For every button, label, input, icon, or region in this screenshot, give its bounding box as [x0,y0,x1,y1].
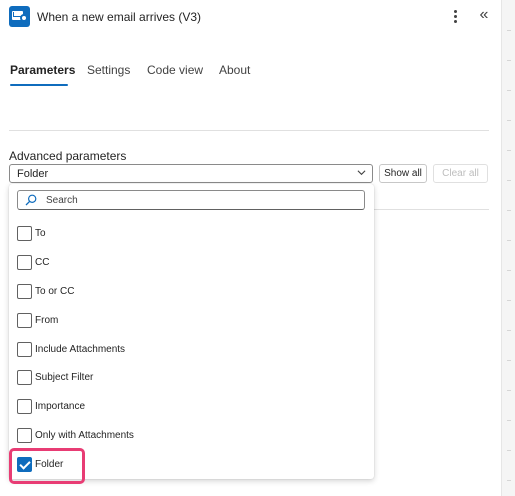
advanced-parameters-label: Advanced parameters [9,149,127,163]
edge-dash [507,330,511,331]
edge-dash [507,210,511,211]
search-box[interactable] [17,190,365,210]
active-tab-indicator [10,84,68,86]
outlook-o-shape [20,14,28,22]
edge-dash [507,180,511,181]
tab-settings[interactable]: Settings [87,62,130,78]
section-divider [373,209,489,210]
tab-code-view[interactable]: Code view [147,62,203,78]
edge-dash [507,90,511,91]
show-all-button[interactable]: Show all [379,164,427,183]
tab-parameters[interactable]: Parameters [10,62,75,78]
selected-value: Folder [17,168,49,180]
option-importance[interactable]: Importance [15,396,365,418]
option-cc[interactable]: CC [15,252,365,274]
checkbox[interactable] [17,342,32,357]
action-details-panel: When a new email arrives (V3) « Paramete… [0,0,501,496]
option-label: CC [35,257,50,268]
checkbox[interactable] [17,226,32,241]
edge-dash [507,480,511,481]
checkbox[interactable] [17,313,32,328]
clear-all-button[interactable]: Clear all [433,164,488,183]
canvas-edge [501,0,515,496]
checkbox[interactable] [17,428,32,443]
checkbox[interactable] [17,399,32,414]
edge-dash [507,30,511,31]
dot [454,20,457,23]
more-vertical-icon[interactable] [447,6,463,26]
double-chevron-left-icon[interactable]: « [475,5,493,25]
chevron-down-icon [357,170,366,176]
edge-dash [507,240,511,241]
edge-dash [507,270,511,271]
checkbox[interactable] [17,370,32,385]
option-from[interactable]: From [15,310,365,332]
edge-dash [507,300,511,301]
search-input[interactable] [46,192,356,208]
edge-dash [507,420,511,421]
outlook-icon [9,6,30,27]
checkbox[interactable] [17,255,32,270]
option-label: Folder [35,459,64,470]
tab-about[interactable]: About [219,62,250,78]
option-include-attachments[interactable]: Include Attachments [15,339,365,361]
option-label: Subject Filter [35,372,94,383]
edge-dash [507,150,511,151]
dot [454,15,457,18]
edge-dash [507,60,511,61]
dot [454,10,457,13]
option-label: To [35,228,46,239]
panel-title: When a new email arrives (V3) [37,10,202,24]
advanced-parameters-select[interactable]: Folder [9,164,373,183]
edge-dash [507,120,511,121]
checkbox-checked[interactable] [17,457,32,472]
option-label: From [35,315,59,326]
checkbox[interactable] [17,284,32,299]
option-to[interactable]: To [15,223,365,245]
option-label: Importance [35,401,86,412]
edge-dash [507,450,511,451]
section-divider [9,130,489,131]
option-label: Include Attachments [35,344,126,355]
edge-dash [507,360,511,361]
search-icon [25,194,37,206]
edge-dash [507,390,511,391]
option-to-or-cc[interactable]: To or CC [15,281,365,303]
option-folder[interactable]: Folder [15,454,365,476]
option-subject-filter[interactable]: Subject Filter [15,367,365,389]
option-label: To or CC [35,286,75,297]
option-only-with-attachments[interactable]: Only with Attachments [15,425,365,447]
advanced-parameters-dropdown: To CC To or CC From Include Attachments … [9,184,374,479]
option-label: Only with Attachments [35,430,134,441]
